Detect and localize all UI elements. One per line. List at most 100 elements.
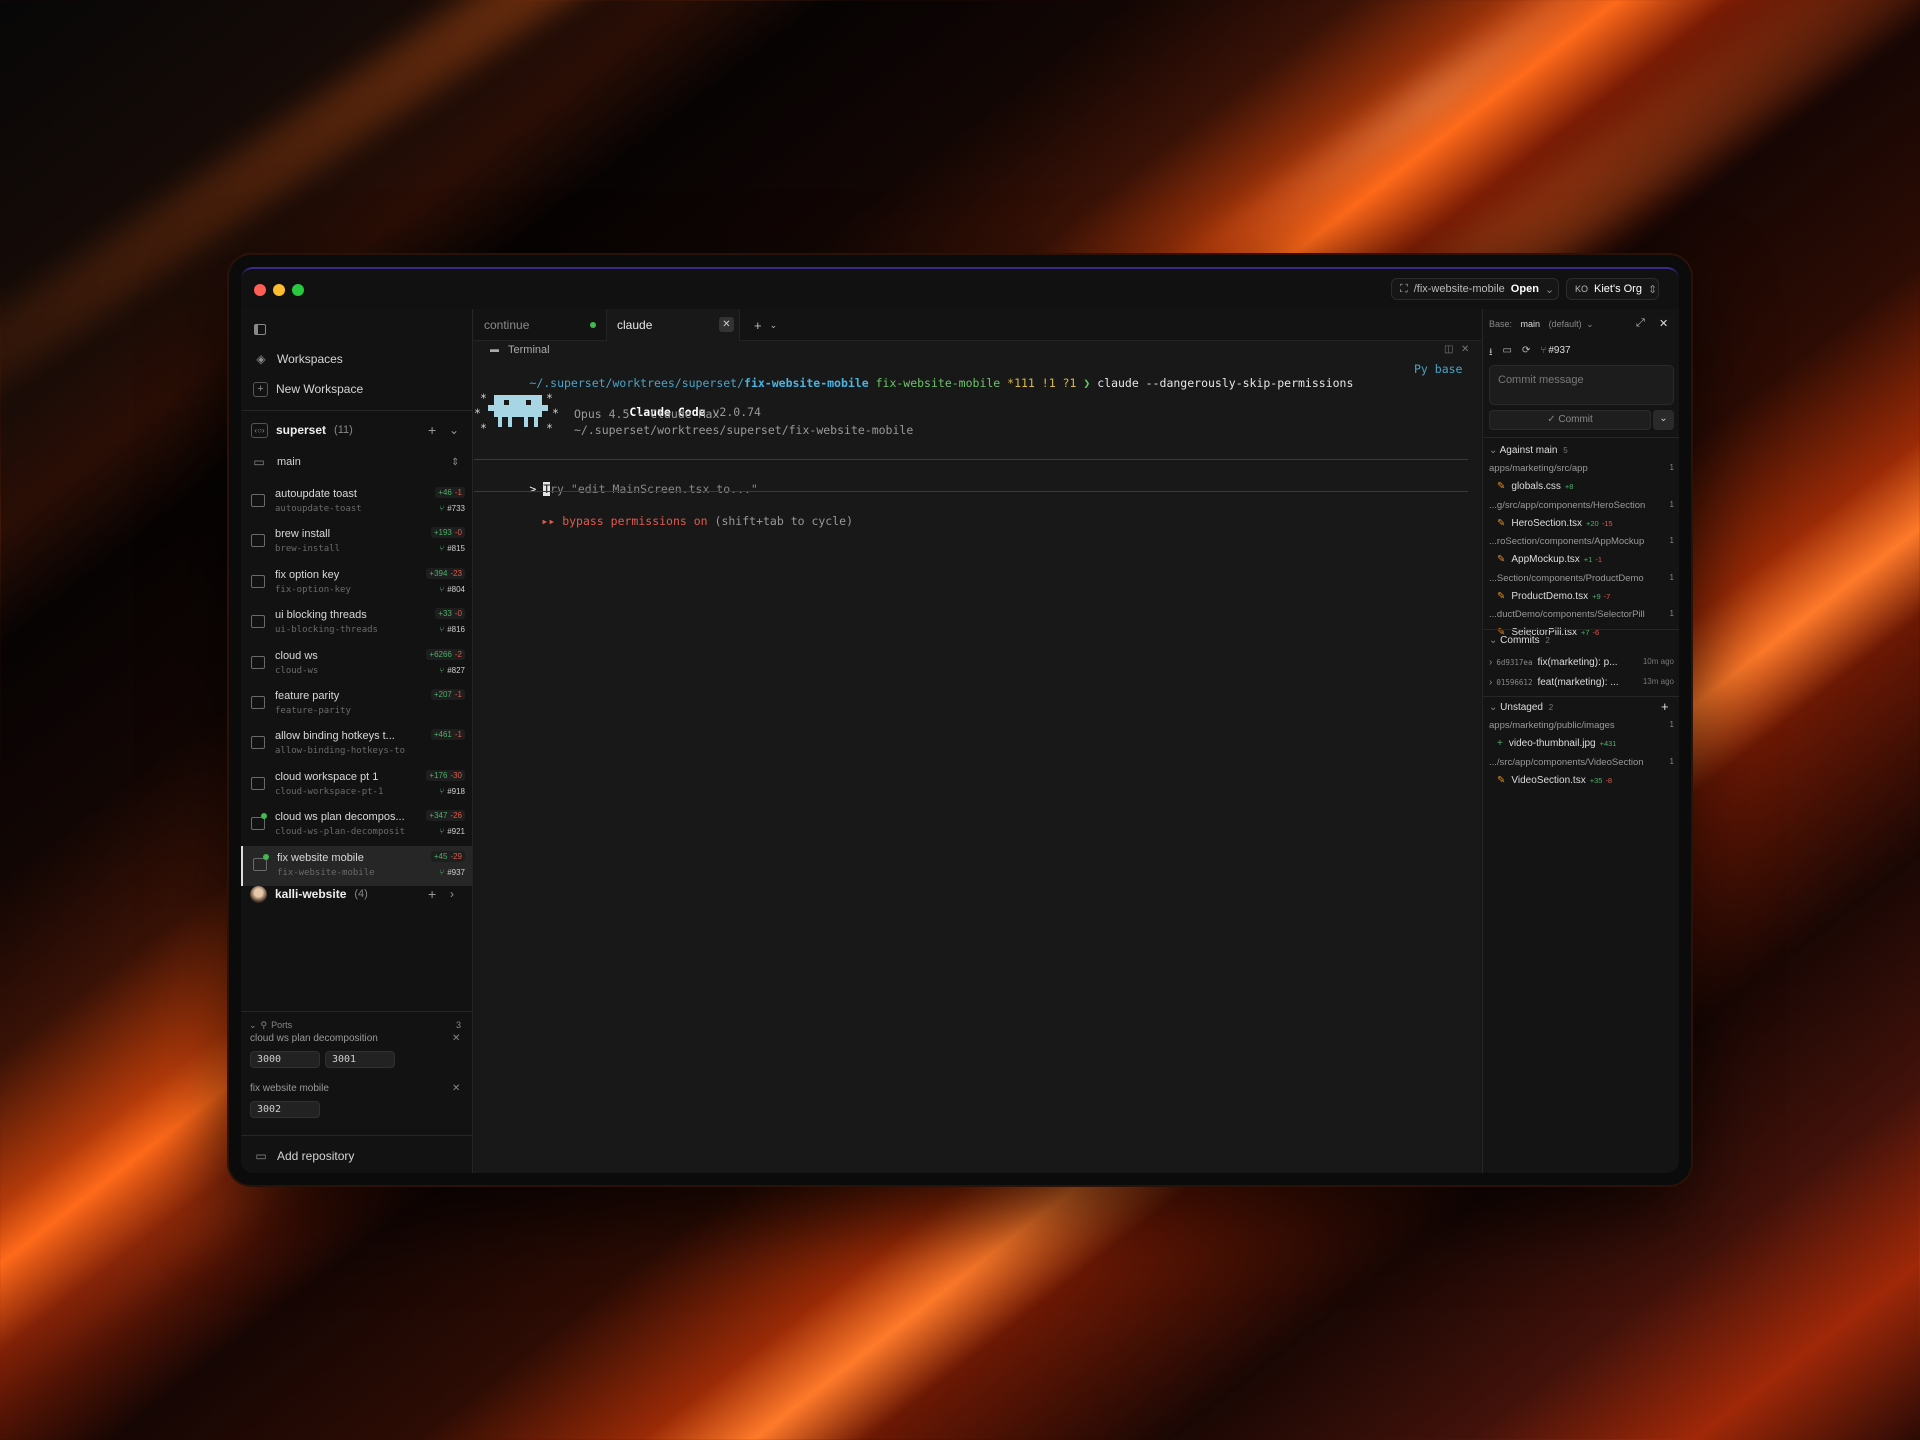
add-workspace-icon[interactable]: + [428, 886, 436, 902]
org-switcher[interactable]: KO Kiet's Org ⇕ [1566, 278, 1659, 300]
file-row[interactable]: ✎ AppMockup.tsx +1 -1 [1497, 554, 1679, 565]
file-row[interactable]: ✎ ProductDemo.tsx +9 -7 [1497, 591, 1679, 602]
directory-row[interactable]: apps/marketing/public/images 1 [1489, 720, 1674, 731]
pr-badge[interactable]: ⑂ #921 [439, 827, 465, 836]
port-input[interactable]: 3000 [250, 1051, 320, 1068]
commit-button[interactable]: ✓ Commit [1489, 410, 1651, 430]
file-row[interactable]: + video-thumbnail.jpg +431 [1497, 738, 1679, 749]
folder-icon[interactable]: ▭ [1503, 345, 1512, 362]
directory-count: 1 [1669, 463, 1674, 472]
close-window-button[interactable] [254, 284, 266, 296]
additions: +193 [433, 528, 452, 538]
pr-badge[interactable]: ⑂ #827 [439, 666, 465, 675]
pr-number: #921 [447, 827, 465, 837]
chevron-down-icon[interactable]: ⌄ [449, 423, 459, 437]
pr-badge[interactable]: ⑂ #816 [439, 625, 465, 634]
tab-continue[interactable]: continue [474, 309, 607, 341]
close-icon[interactable]: ✕ [452, 1033, 460, 1044]
ports-header[interactable]: ⌄ ⚲ Ports 3 [241, 1016, 473, 1034]
directory-count: 1 [1669, 609, 1674, 618]
terminal-pane[interactable]: ▬ Terminal ◫ ✕ ~/.superset/worktrees/sup… [474, 341, 1481, 1173]
repo-header-superset[interactable]: ‹○› superset (11) + ⌄ [241, 417, 473, 443]
base-label: Base: [1489, 319, 1513, 329]
unstaged-header[interactable]: ⌄ Unstaged 2 [1489, 702, 1674, 713]
workspace-item[interactable]: fix website mobile fix-website-mobile +45-… [241, 845, 473, 886]
workspace-item[interactable]: feature parity feature-parity +207 -1 [241, 684, 473, 724]
add-workspace-icon[interactable]: + [428, 422, 436, 438]
directory-row[interactable]: ...g/src/app/components/HeroSection 1 [1489, 500, 1674, 511]
workspace-item[interactable]: autoupdate toast autoupdate-toast +46 -1 ⑂ #7… [241, 482, 473, 522]
pr-badge[interactable]: ⑂ #733 [439, 504, 465, 513]
commit-options-button[interactable]: ⌄ [1653, 410, 1674, 430]
ports-label: Ports [271, 1020, 293, 1030]
pr-badge[interactable]: ⑂ #937 [439, 868, 465, 877]
port-input[interactable]: 3001 [325, 1051, 395, 1068]
folder-icon: ▬ [490, 344, 499, 354]
directory-row[interactable]: apps/marketing/src/app 1 [1489, 463, 1674, 474]
port-input[interactable]: 3002 [250, 1101, 320, 1118]
against-main-header[interactable]: ⌄ Against main 5 [1489, 445, 1674, 456]
repo-header-kalli-website[interactable]: kalli-website (4) + › [241, 881, 473, 907]
split-pane-icon[interactable]: ◫ [1444, 344, 1453, 355]
close-pane-icon[interactable]: ✕ [1461, 344, 1469, 355]
workspace-item[interactable]: allow binding hotkeys t... allow-binding-… [241, 724, 473, 764]
minimize-window-button[interactable] [273, 284, 285, 296]
title-bar: ⛶ /fix-website-mobile Open ⌄ KO Kiet's O… [241, 269, 1679, 309]
main-branch-item[interactable]: ▭ main ⇕ [241, 449, 473, 475]
additions: +394 [429, 568, 448, 578]
command-text: claude --dangerously-skip-permissions [1097, 376, 1354, 390]
directory-row[interactable]: ...Section/components/ProductDemo 1 [1489, 573, 1674, 584]
commit-row[interactable]: › 6d9317ea fix(marketing): p... 10m ago [1489, 657, 1674, 668]
directory-row[interactable]: ...ductDemo/components/SelectorPill 1 [1489, 609, 1674, 620]
commit-row[interactable]: › 01596612 feat(marketing): ... 13m ago [1489, 677, 1674, 688]
pr-number: #804 [447, 584, 465, 594]
workspaces-label: Workspaces [277, 352, 343, 366]
refresh-icon[interactable]: ⟳ [1522, 345, 1530, 362]
additions: +9 [1592, 591, 1601, 601]
pr-badge[interactable]: ⑂ #815 [439, 544, 465, 553]
add-repository-button[interactable]: ▭ Add repository [241, 1145, 473, 1167]
close-icon[interactable]: ✕ [452, 1083, 460, 1094]
directory-row[interactable]: .../src/app/components/VideoSection 1 [1489, 757, 1674, 768]
pr-badge[interactable]: ⑂ #804 [439, 585, 465, 594]
maximize-window-button[interactable] [292, 284, 304, 296]
folder-plus-icon: ▭ [255, 1149, 267, 1163]
close-tab-icon[interactable]: ✕ [719, 317, 734, 332]
workspace-item[interactable]: ui blocking threads ui-blocking-threads +3… [241, 603, 473, 643]
expand-icon[interactable]: ⤢ [1636, 317, 1645, 330]
workspace-item[interactable]: brew install brew-install +193 -0 ⑂ #815 [241, 522, 473, 562]
sidebar-toggle-icon [254, 323, 266, 335]
new-tab-button[interactable]: + ⌄ [744, 309, 784, 341]
tab-claude[interactable]: claude ✕ [607, 309, 740, 341]
file-row[interactable]: ✎ globals.css +8 [1497, 481, 1679, 492]
file-row[interactable]: ✎ VideoSection.tsx +35 -8 [1497, 775, 1679, 786]
prompt-branch: fix-website-mobile [875, 376, 1001, 390]
diff-badge: +6266 -2 [426, 648, 465, 660]
actions-row: ⭳ ▭ ⟳ ⑂ #937 [1489, 345, 1674, 362]
chevron-right-icon[interactable]: › [450, 887, 454, 901]
deletions: -1 [454, 488, 462, 497]
commits-header[interactable]: ⌄ Commits 2 [1489, 635, 1674, 646]
close-panel-icon[interactable]: ✕ [1659, 317, 1668, 330]
workspace-item[interactable]: cloud ws plan decompos... cloud-ws-plan-d… [241, 805, 473, 845]
terminal-header: ▬ Terminal ◫ ✕ [474, 341, 1481, 359]
file-row[interactable]: ✎ HeroSection.tsx +20 -15 [1497, 518, 1679, 529]
pr-number[interactable]: #937 [1548, 345, 1570, 362]
workspace-item[interactable]: fix option key fix-option-key +394 -23 ⑂ #804 [241, 563, 473, 603]
workspace-branch: fix-option-key [275, 584, 351, 595]
toggle-sidebar-button[interactable] [254, 321, 274, 337]
workspace-item[interactable]: cloud ws cloud-ws +6266 -2 ⑂ #827 [241, 644, 473, 684]
new-workspace-button[interactable]: + New Workspace [241, 377, 473, 401]
download-icon[interactable]: ⭳ [1489, 345, 1493, 362]
stage-all-icon[interactable]: + [1661, 699, 1669, 714]
workspace-item[interactable]: cloud workspace pt 1 cloud-workspace-pt-1… [241, 765, 473, 805]
branch-path: /fix-website-mobile [1413, 283, 1505, 295]
base-selector[interactable]: Base: main (default) ⌄ [1489, 319, 1674, 330]
directory-row[interactable]: ...roSection/components/AppMockup 1 [1489, 536, 1674, 547]
pull-request-icon[interactable]: ⑂ [1540, 345, 1546, 362]
open-in-dropdown[interactable]: ⛶ /fix-website-mobile Open ⌄ [1391, 278, 1559, 300]
commit-message-input[interactable]: Commit message [1489, 365, 1674, 405]
additions: +35 [1589, 775, 1603, 785]
workspaces-nav[interactable]: ◈ Workspaces [241, 347, 473, 371]
pr-badge[interactable]: ⑂ #918 [439, 787, 465, 796]
